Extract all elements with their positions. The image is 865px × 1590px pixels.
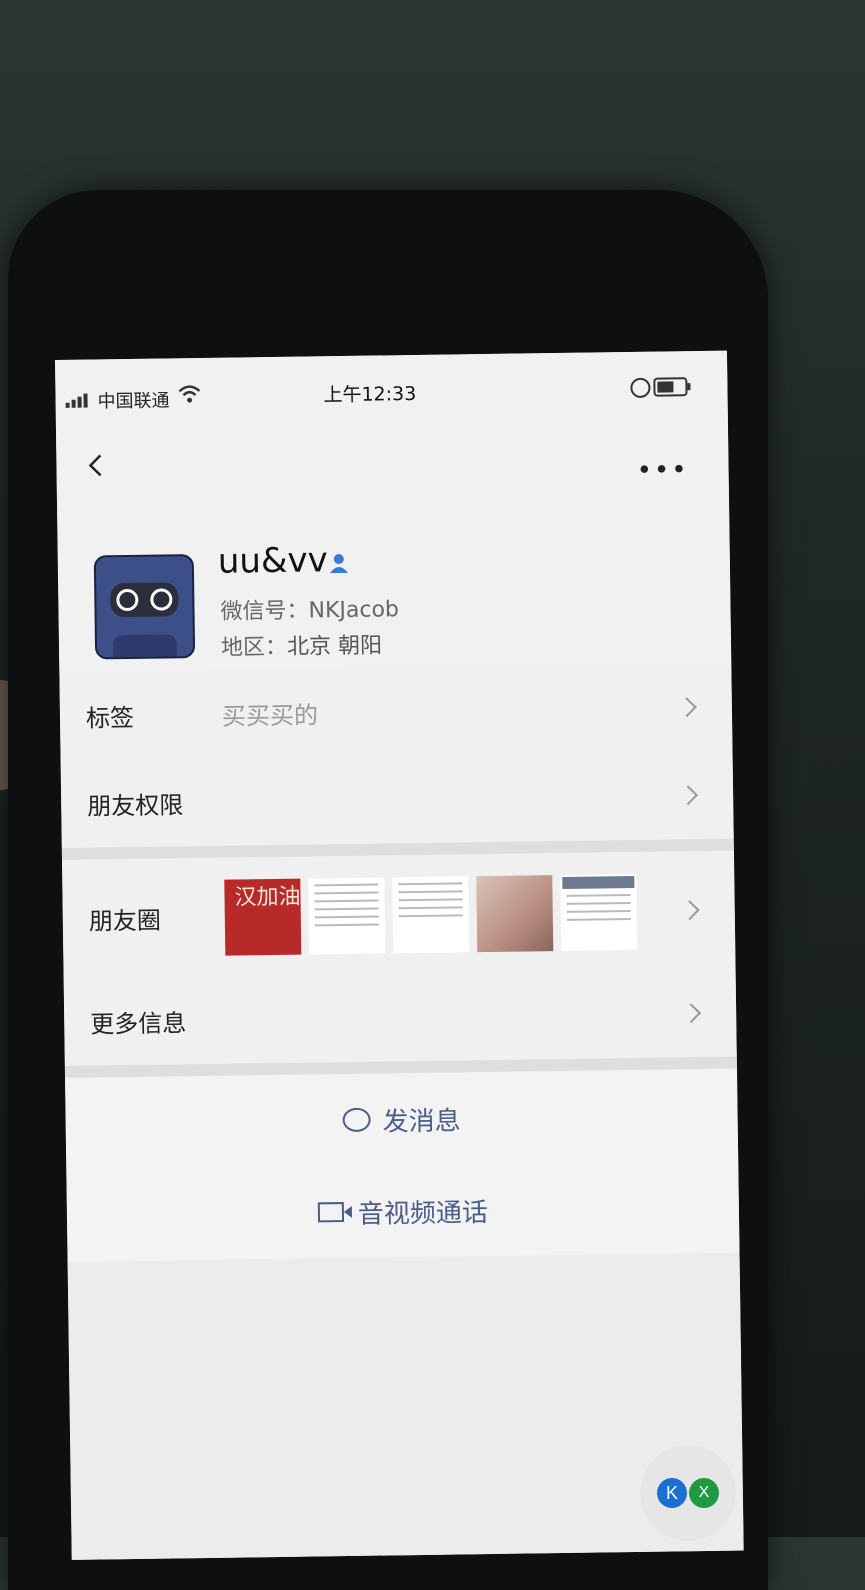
signal-icon (65, 393, 88, 408)
chevron-right-icon (678, 785, 699, 806)
region-value: 北京 朝阳 (286, 633, 383, 660)
moments-thumb-poster: 汉加油 (224, 878, 302, 956)
chat-bubble-icon (342, 1107, 371, 1133)
region: 地区：北京 朝阳 (221, 627, 382, 661)
send-message-button[interactable]: 发消息 (65, 1068, 739, 1170)
send-message-label: 发消息 (382, 1105, 461, 1137)
phone-screen: 中国联通 上午12:33 ••• uu&vv 微信号：NKJacob 地区：北京… (55, 350, 744, 1560)
poster-slogan: 汉加油 (234, 884, 301, 911)
moments-thumb-document (560, 873, 638, 951)
av-call-label: 音视频通话 (357, 1197, 489, 1230)
x-app-icon: X (689, 1478, 719, 1508)
friend-permission-label: 朋友权限 (87, 790, 184, 821)
moments-thumb-photo (476, 875, 554, 953)
floating-assistant-button[interactable]: K X (640, 1445, 736, 1541)
wifi-icon (178, 385, 201, 403)
profile-header: ••• uu&vv 微信号：NKJacob 地区：北京 朝阳 (55, 406, 732, 672)
moments-label: 朋友圈 (88, 906, 162, 936)
tags-row[interactable]: 标签 买买买的 (59, 662, 733, 760)
av-call-button[interactable]: 音视频通话 (66, 1160, 740, 1262)
moments-thumbnails: 汉加油 (224, 873, 638, 956)
more-info-label: 更多信息 (90, 1008, 187, 1039)
moments-row[interactable]: 朋友圈 汉加油 (61, 850, 736, 978)
rotation-lock-icon (630, 377, 651, 398)
video-camera-icon (317, 1202, 345, 1223)
more-info-row[interactable]: 更多信息 (63, 968, 737, 1066)
avatar-eyes (110, 582, 179, 618)
clock: 上午12:33 (323, 382, 417, 407)
avatar-mouth (112, 634, 178, 658)
more-icon[interactable]: ••• (636, 455, 688, 486)
carrier-label: 中国联通 (97, 390, 170, 413)
status-bar: 中国联通 上午12:33 (55, 350, 728, 416)
chevron-right-icon (677, 697, 697, 718)
moments-thumb-article (308, 877, 386, 955)
contact-badge-icon (330, 554, 349, 574)
moments-thumb-notice (392, 876, 470, 954)
avatar[interactable] (93, 554, 196, 660)
tags-value: 买买买的 (221, 700, 319, 731)
tags-label: 标签 (85, 703, 135, 733)
chevron-right-icon (679, 900, 700, 921)
nickname: uu&vv (217, 540, 328, 582)
friend-permission-row[interactable]: 朋友权限 (60, 750, 734, 848)
region-label: 地区： (220, 634, 288, 661)
empty-area (67, 1252, 744, 1560)
k-app-icon: K (657, 1478, 687, 1508)
chevron-right-icon (681, 1003, 702, 1024)
wechat-id: 微信号：NKJacob (220, 597, 400, 625)
battery-icon (653, 377, 688, 397)
back-icon[interactable] (84, 453, 108, 477)
